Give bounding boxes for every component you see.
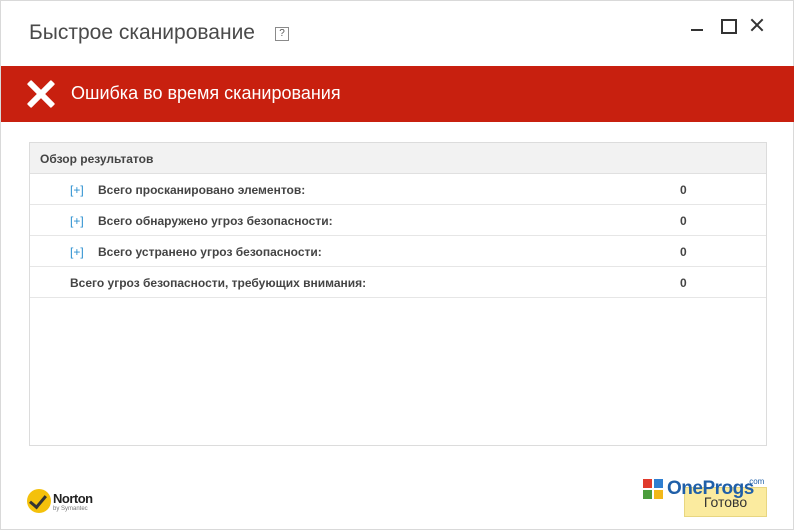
norton-check-icon [27,489,51,513]
expand-toggle[interactable]: [+] [70,214,84,228]
result-label: Всего устранено угроз безопасности: [98,245,322,259]
result-value: 0 [680,183,687,197]
norton-sub: by Symantec [53,506,88,512]
results-header: Обзор результатов [30,143,766,174]
error-banner: Ошибка во время сканирования [1,66,794,122]
result-row-detected: [+] Всего обнаружено угроз безопасности:… [30,205,766,236]
result-row-resolved: [+] Всего устранено угроз безопасности: … [30,236,766,267]
expand-toggle[interactable]: [+] [70,245,84,259]
norton-name: Norton [53,491,93,506]
result-label: Всего угроз безопасности, требующих вним… [70,276,367,290]
result-label: Всего обнаружено угроз безопасности: [98,214,333,228]
result-row-attention: Всего угроз безопасности, требующих вним… [30,267,766,298]
close-button[interactable] [745,13,769,37]
watermark-text: OneProgs [667,478,754,499]
minimize-button[interactable] [685,13,709,37]
error-x-icon [27,80,55,108]
maximize-button[interactable] [715,13,739,37]
oneprogs-logo-icon [643,479,663,499]
norton-logo: Norton by Symantec [27,487,107,517]
help-button[interactable]: ? [275,27,289,41]
watermark-suffix: .com [747,477,765,486]
result-value: 0 [680,276,687,290]
result-value: 0 [680,214,687,228]
results-panel: Обзор результатов [+] Всего просканирова… [29,142,767,446]
error-message: Ошибка во время сканирования [71,83,341,103]
expand-toggle[interactable]: [+] [70,183,84,197]
scan-window: Быстрое сканирование ? Ошибка во время с… [0,0,794,530]
title-bar: Быстрое сканирование ? [1,1,794,65]
window-title: Быстрое сканирование [29,21,255,44]
result-label: Всего просканировано элементов: [98,183,306,197]
oneprogs-watermark: OneProgs .com [643,477,783,501]
result-row-scanned: [+] Всего просканировано элементов: 0 [30,174,766,205]
result-value: 0 [680,245,687,259]
